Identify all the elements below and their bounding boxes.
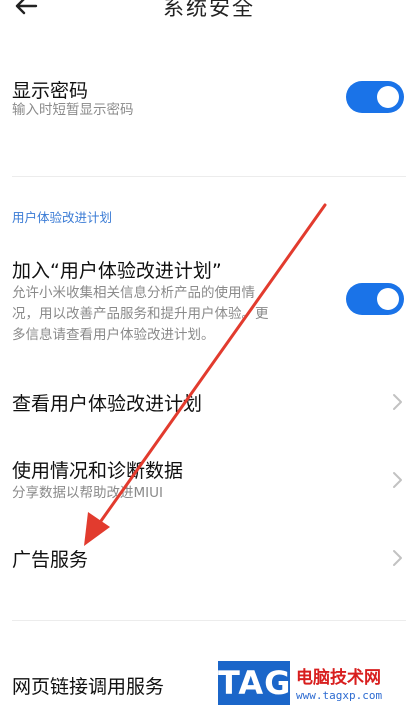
show-password-toggle[interactable] — [346, 81, 404, 113]
diagnostics-row[interactable]: 使用情况和诊断数据 分享数据以帮助改进MIUI — [0, 452, 418, 512]
join-program-description-line-3: 多信息请查看用户体验改进计划。 — [12, 327, 215, 343]
section-label: 用户体验改进计划 — [12, 210, 113, 225]
top-bar: 系统安全 — [0, 0, 418, 32]
toggle-knob — [377, 86, 399, 108]
watermark-name: 电脑技术网 — [294, 663, 383, 688]
section-divider — [12, 176, 406, 177]
join-program-toggle[interactable] — [346, 283, 404, 315]
watermark-url: www.tagxp.com — [296, 689, 383, 702]
chevron-right-icon — [393, 550, 402, 566]
diagnostics-title: 使用情况和诊断数据 — [12, 460, 184, 482]
toggle-knob — [377, 288, 399, 310]
ad-service-row[interactable]: 广告服务 — [0, 536, 418, 580]
show-password-description: 输入时短暂显示密码 — [12, 102, 134, 118]
chevron-right-icon — [393, 394, 402, 410]
ad-service-title: 广告服务 — [12, 549, 89, 571]
tag-logo: TAG — [218, 661, 290, 705]
join-program-description-line-1: 允许小米收集相关信息分析产品的使用情 — [12, 285, 255, 301]
watermark-logo: TAG 电脑技术网 www.tagxp.com — [216, 659, 416, 709]
page-title: 系统安全 — [163, 0, 255, 20]
show-password-row[interactable]: 显示密码 输入时短暂显示密码 — [0, 70, 418, 140]
section-divider — [12, 620, 406, 621]
view-program-row[interactable]: 查看用户体验改进计划 — [0, 380, 418, 424]
diagnostics-description: 分享数据以帮助改进MIUI — [12, 485, 163, 501]
show-password-title: 显示密码 — [12, 80, 89, 102]
view-program-title: 查看用户体验改进计划 — [12, 393, 203, 415]
join-program-description-line-2: 况，用以改善产品服务和提升用户体验。更 — [12, 306, 269, 322]
join-program-row[interactable]: 加入“用户体验改进计划” 允许小米收集相关信息分析产品的使用情 况，用以改善产品… — [0, 250, 418, 350]
chevron-right-icon — [393, 472, 402, 488]
join-program-title: 加入“用户体验改进计划” — [12, 260, 222, 282]
web-link-title: 网页链接调用服务 — [12, 676, 165, 698]
